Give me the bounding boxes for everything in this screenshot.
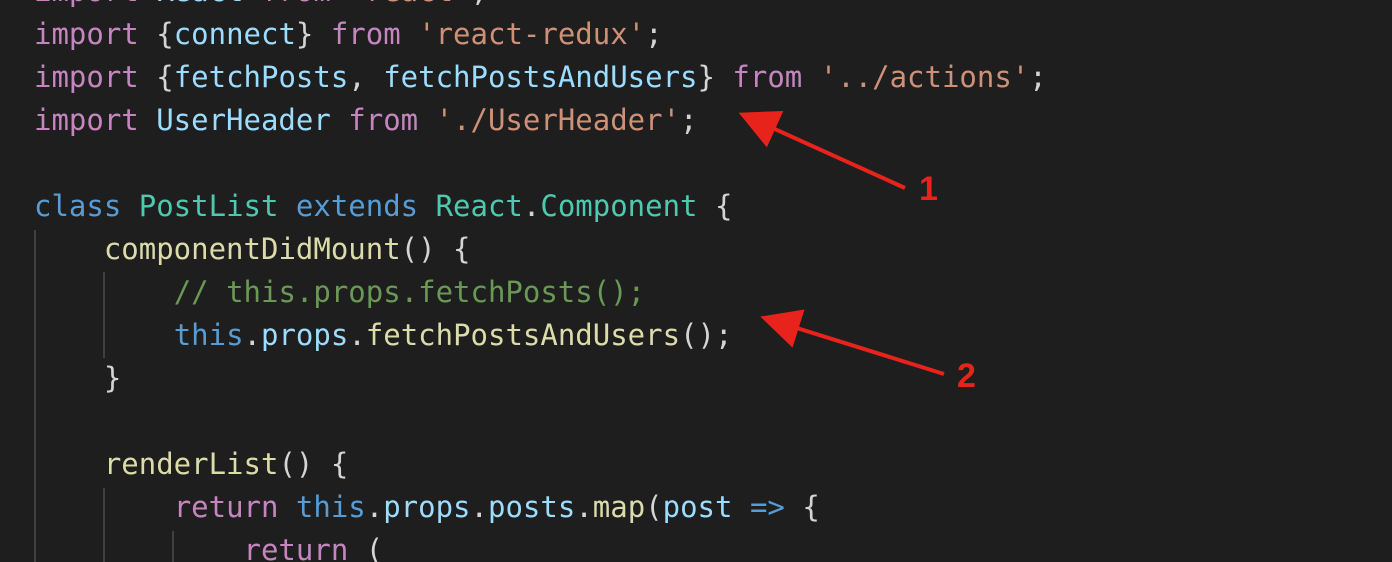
code-token: connect [173,17,296,51]
callout-label-1: 1 [919,170,938,208]
code-line[interactable]: return this.props.posts.map(post => { [34,486,1047,529]
code-token: from [732,60,820,94]
code-token: this [295,490,366,524]
code-token: './UserHeader' [435,103,681,137]
code-token: import [34,103,157,137]
code-token: () { [278,447,349,481]
code-token: Component [540,189,698,223]
code-token: // this.props.fetchPosts(); [173,275,646,309]
callout-label-2: 2 [957,357,976,395]
code-token: . [575,490,593,524]
code-line[interactable]: class PostList extends React.Component { [34,185,1047,228]
code-token: . [522,189,541,223]
code-line[interactable] [34,400,1047,443]
code-line[interactable]: // this.props.fetchPosts(); [34,271,1047,314]
code-token: import [34,60,157,94]
code-token: ; [645,17,663,51]
code-token: '../actions' [819,60,1030,94]
code-token: UserHeader [156,103,331,137]
code-token: . [348,318,366,352]
code-token: } [34,361,122,395]
code-token: ( [645,490,663,524]
code-token: ( [365,533,384,562]
code-token: ; [1029,60,1047,94]
code-line[interactable]: import React from 'react'; [34,0,1047,13]
code-token: map [592,490,646,524]
code-line[interactable]: import {fetchPosts, fetchPostsAndUsers} … [34,56,1047,99]
code-line[interactable] [34,142,1047,185]
code-token: props [261,318,349,352]
code-token: { [697,189,733,223]
code-token: } [295,17,331,51]
code-token: fetchPosts [173,60,349,94]
code-token: fetchPostsAndUsers [365,318,681,352]
code-token: ; [680,103,698,137]
code-token: renderList [103,447,279,481]
code-token: () { [400,232,471,266]
code-token: , [348,60,384,94]
code-token: props [383,490,471,524]
code-token: . [243,318,261,352]
code-token: (); [680,318,733,352]
code-token: class [34,189,139,223]
code-token: PostList [138,189,279,223]
code-token: fetchPostsAndUsers [383,60,698,94]
code-token: { [156,60,174,94]
code-line[interactable]: this.props.fetchPostsAndUsers(); [34,314,1047,357]
code-line[interactable]: } [34,357,1047,400]
code-line[interactable]: import UserHeader from './UserHeader'; [34,99,1047,142]
code-token: this [173,318,244,352]
code-token: from [330,17,419,51]
code-lines: import React from 'react';import {connec… [34,0,1047,562]
code-token: from [244,0,349,8]
code-token: import [34,0,156,8]
code-token: 'react' [348,0,470,8]
code-line[interactable]: renderList() { [34,443,1047,486]
code-token: ; [471,0,488,8]
code-token: } [697,60,733,94]
code-token: import [34,17,157,51]
code-token: React [156,0,243,8]
code-line[interactable]: return ( [34,529,1047,562]
code-token: return [173,490,296,524]
code-token: post [662,490,733,524]
code-token: { [156,17,174,51]
code-token: posts [488,490,576,524]
code-token: . [365,490,384,524]
code-token: return [243,533,366,562]
code-token: React [435,189,523,223]
code-editor[interactable]: import React from 'react';import {connec… [0,0,1392,562]
code-token: 'react-redux' [418,17,646,51]
code-token: extends [278,189,436,223]
code-token: from [330,103,436,137]
code-line[interactable]: componentDidMount() { [34,228,1047,271]
code-line[interactable]: import {connect} from 'react-redux'; [34,13,1047,56]
code-token: componentDidMount [103,232,401,266]
code-token: => [732,490,803,524]
code-token: { [802,490,820,524]
code-token: . [470,490,488,524]
